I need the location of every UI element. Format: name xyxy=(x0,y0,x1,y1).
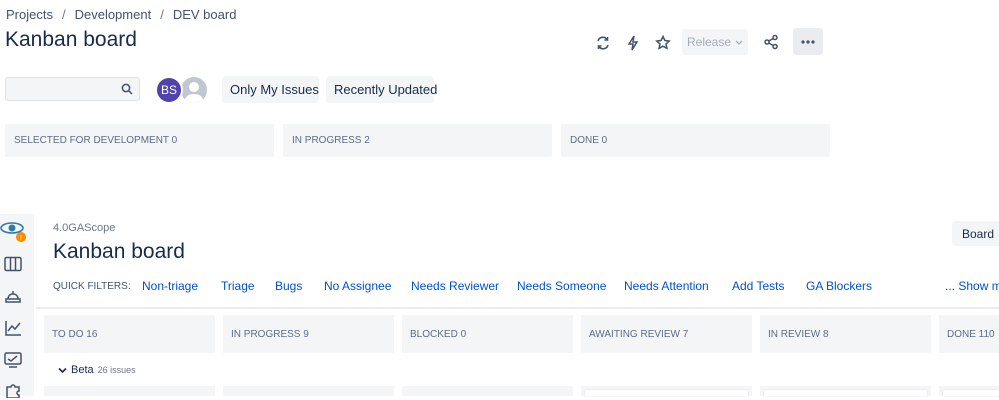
more-button[interactable] xyxy=(793,28,823,55)
more-icon xyxy=(801,39,815,44)
column-header: BLOCKED 0 xyxy=(402,315,573,353)
quick-filter-needs-attention[interactable]: Needs Attention xyxy=(624,279,709,293)
issue-card[interactable] xyxy=(585,390,748,396)
show-more-filters-link[interactable]: ... Show m xyxy=(945,279,999,293)
quick-filter-no-assignee[interactable]: No Assignee xyxy=(324,279,391,293)
svg-text:!: ! xyxy=(20,235,22,242)
quick-filter-ga-blockers[interactable]: GA Blockers xyxy=(806,279,872,293)
quick-filter-needs-reviewer[interactable]: Needs Reviewer xyxy=(411,279,499,293)
search-field[interactable] xyxy=(5,77,140,101)
quick-filter-needs-someone[interactable]: Needs Someone xyxy=(517,279,606,293)
lightning-icon[interactable] xyxy=(622,32,644,54)
quick-filters-label: QUICK FILTERS: xyxy=(53,281,131,292)
search-input[interactable] xyxy=(6,78,123,100)
page-title: Kanban board xyxy=(5,28,137,51)
quick-filter-triage[interactable]: Triage xyxy=(221,279,255,293)
star-icon[interactable] xyxy=(652,32,674,54)
issues-icon[interactable] xyxy=(3,350,23,370)
column-lane xyxy=(402,386,573,396)
breadcrumb: Projects / Development / DEV board xyxy=(6,7,236,22)
only-my-issues-filter[interactable]: Only My Issues xyxy=(222,76,319,103)
issue-card[interactable] xyxy=(764,390,927,396)
swimlane-header[interactable]: Beta 26 issues xyxy=(58,364,136,376)
column-header: IN PROGRESS 9 xyxy=(223,315,394,353)
board-icon[interactable] xyxy=(3,254,23,274)
header-actions xyxy=(592,30,682,56)
column-lane xyxy=(44,386,215,396)
search-icon xyxy=(121,82,133,100)
quick-filter-non-triage[interactable]: Non-triage xyxy=(142,279,198,293)
breadcrumb-separator: / xyxy=(160,7,164,22)
quick-filter-add-tests[interactable]: Add Tests xyxy=(732,279,784,293)
chevron-down-icon[interactable] xyxy=(58,367,67,374)
swimlane-name: Beta xyxy=(71,364,94,376)
release-label: Release xyxy=(686,35,732,49)
column-lane xyxy=(223,386,394,396)
recently-updated-filter[interactable]: Recently Updated xyxy=(326,76,437,103)
releases-icon[interactable] xyxy=(3,286,23,306)
refresh-icon[interactable] xyxy=(592,32,614,54)
column-header: IN PROGRESS 2 xyxy=(283,124,552,157)
chevron-down-icon xyxy=(735,35,743,49)
release-button[interactable]: Release xyxy=(682,29,748,55)
breadcrumb-dev-board[interactable]: DEV board xyxy=(173,7,237,22)
add-ons-icon[interactable] xyxy=(3,380,23,400)
column-header: DONE 0 xyxy=(561,124,830,157)
board-button[interactable]: Board xyxy=(952,221,999,246)
column-header: SELECTED FOR DEVELOPMENT 0 xyxy=(5,124,274,157)
board-title: Kanban board xyxy=(53,240,185,263)
breadcrumb-development[interactable]: Development xyxy=(75,7,152,22)
issue-card[interactable] xyxy=(943,390,999,396)
avatar-placeholder-icon[interactable] xyxy=(179,75,209,105)
quick-filter-bugs[interactable]: Bugs xyxy=(275,279,302,293)
swimlane-count: 26 issues xyxy=(97,365,136,375)
reports-icon[interactable] xyxy=(3,318,23,338)
column-header: DONE 110 xyxy=(939,315,999,353)
project-sidebar: ! xyxy=(0,214,34,398)
project-logo-icon[interactable]: ! xyxy=(0,220,28,242)
column-header: IN REVIEW 8 xyxy=(760,315,931,353)
breadcrumb-projects[interactable]: Projects xyxy=(6,7,53,22)
breadcrumb-separator: / xyxy=(61,7,66,22)
column-header: AWAITING REVIEW 7 xyxy=(581,315,752,353)
project-name[interactable]: 4.0GAScope xyxy=(53,222,115,234)
avatar[interactable]: BS xyxy=(155,76,183,104)
column-header: TO DO 16 xyxy=(44,315,215,353)
share-icon[interactable] xyxy=(760,30,782,54)
divider xyxy=(36,307,999,309)
